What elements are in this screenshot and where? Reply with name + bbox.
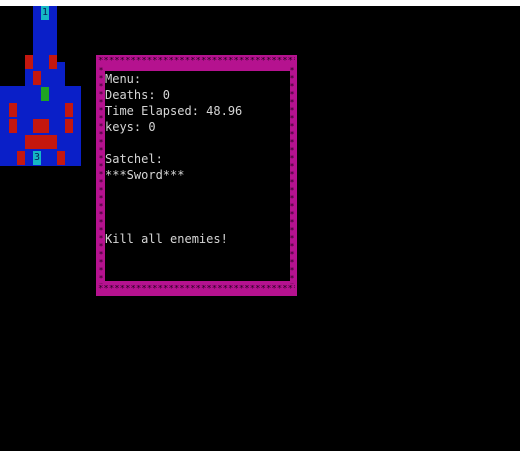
enemy-tile: [57, 151, 65, 165]
satchel-item: ***Sword***: [105, 168, 185, 182]
enemy-tile: [65, 119, 73, 133]
keys-counter: keys: 0: [105, 120, 156, 134]
player-tile: [41, 87, 49, 101]
key-item: 1: [41, 6, 49, 20]
enemy-tile: [17, 151, 25, 165]
satchel-label: Satchel:: [105, 152, 163, 166]
enemy-tile: [33, 71, 41, 85]
enemy-tile: [25, 135, 57, 149]
objective-text: Kill all enemies!: [105, 232, 228, 246]
enemy-tile: [49, 55, 57, 69]
menu-border-top: **************************************: [98, 57, 295, 66]
menu-content: Menu: Deaths: 0 Time Elapsed: 48.96 keys…: [105, 71, 290, 281]
menu-panel: ************************************** *…: [96, 55, 297, 296]
time-elapsed: Time Elapsed: 48.96: [105, 104, 243, 118]
menu-title: Menu:: [105, 72, 142, 86]
enemy-tile: [9, 119, 17, 133]
game-screen[interactable]: 1 3 ************************************…: [0, 6, 520, 451]
key-item: 3: [33, 151, 41, 165]
enemy-tile: [33, 119, 49, 133]
enemy-tile: [65, 103, 73, 117]
menu-border-bottom: **************************************: [98, 285, 295, 294]
deaths-counter: Deaths: 0: [105, 88, 171, 102]
menu-border-left: *****************************: [98, 67, 104, 284]
enemy-tile: [25, 55, 33, 69]
enemy-tile: [9, 103, 17, 117]
